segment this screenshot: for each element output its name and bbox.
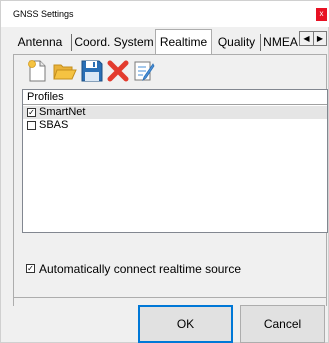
list-item[interactable]: SBAS [23,119,327,132]
profile-checkbox[interactable]: ✓ [27,108,36,117]
new-file-icon[interactable] [27,59,49,83]
tab-coord-system[interactable]: Coord. System [73,31,155,54]
window-title: GNSS Settings [13,9,74,19]
cancel-button[interactable]: Cancel [240,305,325,343]
tab-nmea[interactable]: NMEA [262,31,299,54]
tab-separator [71,34,72,51]
tab-realtime[interactable]: Realtime [155,29,212,55]
profiles-header-label: Profiles [27,91,64,103]
profile-label: SmartNet [39,106,86,118]
profiles-list: Profiles ✓ SmartNet SBAS [22,89,328,233]
auto-connect-checkbox[interactable]: ✓ [26,264,35,273]
gnss-settings-dialog: GNSS Settings x Antenna Coord. System Re… [0,0,329,343]
open-folder-icon[interactable] [53,59,77,83]
profiles-column-header[interactable]: Profiles [23,90,327,105]
tab-quality[interactable]: Quality [213,31,260,54]
tab-antenna[interactable]: Antenna [13,31,67,54]
tab-scroll-left-icon[interactable]: ◀ [300,32,313,45]
tab-scroll-right-icon[interactable]: ▶ [313,32,326,45]
close-button[interactable]: x [316,8,327,21]
edit-icon[interactable] [133,59,155,83]
auto-connect-label: Automatically connect realtime source [39,262,242,276]
profile-label: SBAS [39,119,69,131]
save-icon[interactable] [81,59,103,83]
title-bar: GNSS Settings x [1,1,329,27]
list-item[interactable]: ✓ SmartNet [23,106,327,119]
tab-separator [260,34,261,51]
tab-scroll-control: ◀ ▶ [299,31,327,46]
delete-icon[interactable] [107,59,129,83]
ok-button[interactable]: OK [138,305,233,343]
profile-checkbox[interactable] [27,121,36,130]
panel-divider [13,297,327,298]
